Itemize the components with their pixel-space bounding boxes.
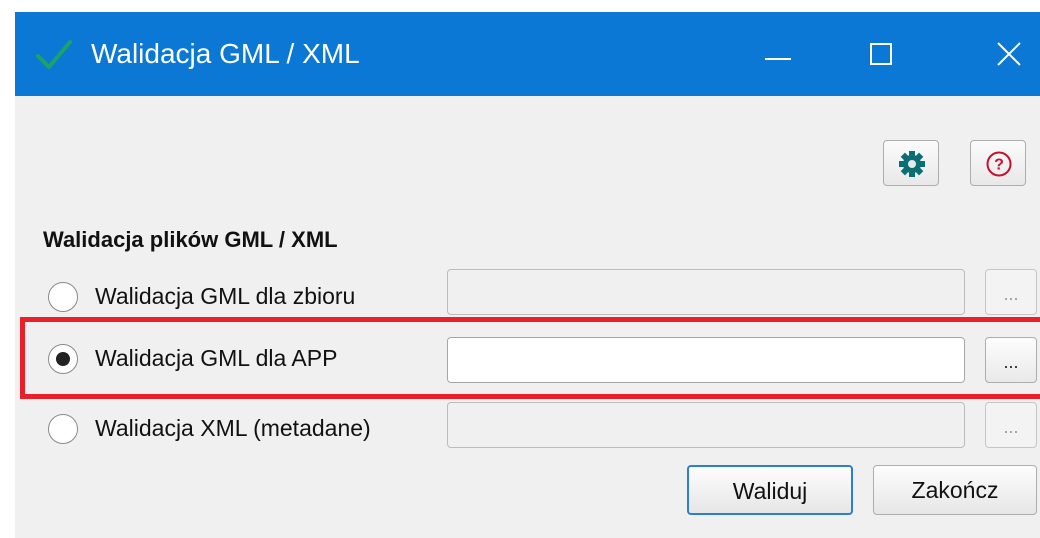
label-gml-zbior: Walidacja GML dla zbioru <box>95 283 356 309</box>
maximize-icon <box>870 43 892 65</box>
validate-button[interactable]: Waliduj <box>687 465 853 515</box>
close-icon <box>997 42 1021 66</box>
window-title: Walidacja GML / XML <box>91 38 360 69</box>
section-title: Walidacja plików GML / XML <box>43 227 338 252</box>
path-field-gml-zbior[interactable] <box>447 269 965 315</box>
browse-button-gml-zbior[interactable]: ... <box>985 269 1037 315</box>
label-xml-metadane: Walidacja XML (metadane) <box>95 415 371 441</box>
radio-gml-zbior[interactable] <box>48 282 78 312</box>
question-circle-icon: ? <box>986 151 1012 177</box>
highlight-box <box>20 317 1040 399</box>
svg-text:?: ? <box>994 157 1004 174</box>
minimize-button[interactable] <box>725 12 825 96</box>
title-bar[interactable]: Walidacja GML / XML <box>15 12 1040 96</box>
close-button[interactable] <box>965 12 1040 96</box>
path-field-xml-metadane[interactable] <box>447 402 965 448</box>
browse-button-xml-metadane[interactable]: ... <box>985 402 1037 448</box>
checkmark-icon <box>36 40 72 69</box>
settings-button[interactable] <box>883 140 939 186</box>
radio-xml-metadane[interactable] <box>48 414 78 444</box>
minimize-icon <box>765 58 791 60</box>
dialog-window: Walidacja GML / XML ? Walidacja plików G… <box>15 12 1040 538</box>
gear-icon <box>899 151 925 177</box>
maximize-button[interactable] <box>845 12 925 96</box>
help-button[interactable]: ? <box>970 140 1026 186</box>
finish-button[interactable]: Zakończ <box>873 465 1037 515</box>
